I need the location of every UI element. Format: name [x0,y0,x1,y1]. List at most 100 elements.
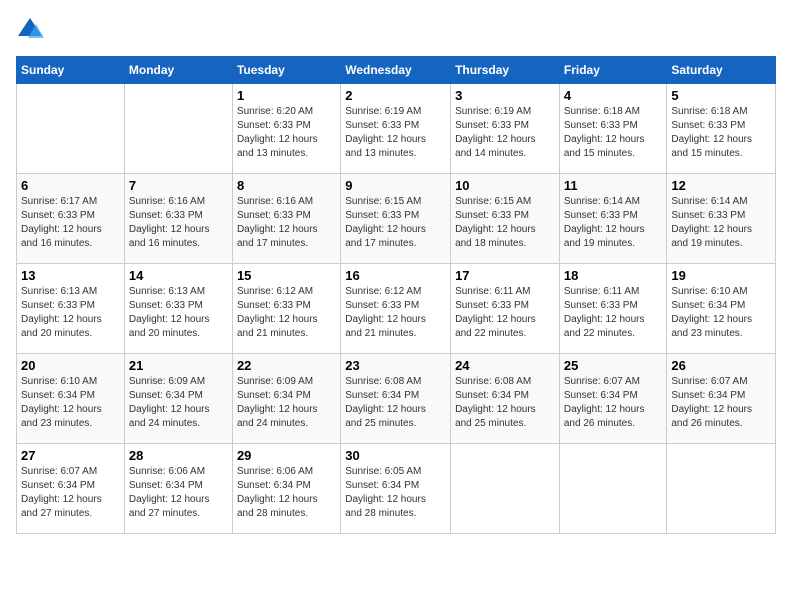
day-info: Sunrise: 6:16 AM Sunset: 6:33 PM Dayligh… [129,195,228,251]
day-info: Sunrise: 6:14 AM Sunset: 6:33 PM Dayligh… [671,195,771,251]
weekday-header-cell: Friday [559,57,667,84]
calendar-cell: 16 Sunrise: 6:12 AM Sunset: 6:33 PM Dayli… [341,264,451,354]
day-number: 9 [345,178,446,193]
weekday-header-cell: Wednesday [341,57,451,84]
day-info: Sunrise: 6:12 AM Sunset: 6:33 PM Dayligh… [237,285,336,341]
day-number: 11 [564,178,663,193]
calendar-cell: 6Sunrise: 6:17 AM Sunset: 6:33 PM Daylig… [17,174,125,264]
day-info: Sunrise: 6:17 AM Sunset: 6:33 PM Dayligh… [21,195,120,251]
calendar-body: 1Sunrise: 6:20 AM Sunset: 6:33 PM Daylig… [17,84,776,534]
day-number: 20 [21,358,120,373]
calendar-cell: 9 Sunrise: 6:15 AM Sunset: 6:33 PM Daylig… [341,174,451,264]
day-number: 15 [237,268,336,283]
weekday-header-cell: Monday [124,57,232,84]
calendar-cell [559,444,667,534]
weekday-header-cell: Saturday [667,57,776,84]
calendar-cell: 4 Sunrise: 6:18 AM Sunset: 6:33 PM Daylig… [559,84,667,174]
calendar-cell: 20 Sunrise: 6:10 AM Sunset: 6:34 PM Dayli… [17,354,125,444]
logo [16,16,46,44]
day-number: 29 [237,448,336,463]
day-info: Sunrise: 6:18 AM Sunset: 6:33 PM Dayligh… [671,105,771,161]
calendar-cell: 13Sunrise: 6:13 AM Sunset: 6:33 PM Dayli… [17,264,125,354]
calendar-cell [17,84,125,174]
day-number: 7 [129,178,228,193]
day-number: 18 [564,268,663,283]
calendar-cell: 30 Sunrise: 6:05 AM Sunset: 6:34 PM Dayli… [341,444,451,534]
calendar-cell: 12 Sunrise: 6:14 AM Sunset: 6:33 PM Dayli… [667,174,776,264]
day-number: 17 [455,268,555,283]
calendar-cell: 25 Sunrise: 6:07 AM Sunset: 6:34 PM Dayli… [559,354,667,444]
day-number: 27 [21,448,120,463]
day-number: 16 [345,268,446,283]
day-number: 23 [345,358,446,373]
weekday-header-cell: Sunday [17,57,125,84]
calendar-cell: 22 Sunrise: 6:09 AM Sunset: 6:34 PM Dayli… [232,354,340,444]
calendar-cell: 15 Sunrise: 6:12 AM Sunset: 6:33 PM Dayli… [232,264,340,354]
day-info: Sunrise: 6:08 AM Sunset: 6:34 PM Dayligh… [455,375,555,431]
calendar-cell: 1Sunrise: 6:20 AM Sunset: 6:33 PM Daylig… [232,84,340,174]
day-number: 10 [455,178,555,193]
calendar-cell [451,444,560,534]
calendar-week-row: 6Sunrise: 6:17 AM Sunset: 6:33 PM Daylig… [17,174,776,264]
day-number: 25 [564,358,663,373]
weekday-header-cell: Tuesday [232,57,340,84]
day-info: Sunrise: 6:09 AM Sunset: 6:34 PM Dayligh… [129,375,228,431]
day-info: Sunrise: 6:18 AM Sunset: 6:33 PM Dayligh… [564,105,663,161]
calendar-cell: 24 Sunrise: 6:08 AM Sunset: 6:34 PM Dayli… [451,354,560,444]
calendar-cell: 29 Sunrise: 6:06 AM Sunset: 6:34 PM Dayli… [232,444,340,534]
calendar-cell: 5 Sunrise: 6:18 AM Sunset: 6:33 PM Daylig… [667,84,776,174]
day-number: 22 [237,358,336,373]
day-info: Sunrise: 6:07 AM Sunset: 6:34 PM Dayligh… [564,375,663,431]
day-info: Sunrise: 6:10 AM Sunset: 6:34 PM Dayligh… [671,285,771,341]
weekday-header-cell: Thursday [451,57,560,84]
day-number: 2 [345,88,446,103]
day-info: Sunrise: 6:07 AM Sunset: 6:34 PM Dayligh… [671,375,771,431]
day-number: 26 [671,358,771,373]
calendar-week-row: 27 Sunrise: 6:07 AM Sunset: 6:34 PM Dayli… [17,444,776,534]
day-info: Sunrise: 6:09 AM Sunset: 6:34 PM Dayligh… [237,375,336,431]
day-number: 13 [21,268,120,283]
calendar-cell [124,84,232,174]
day-info: Sunrise: 6:07 AM Sunset: 6:34 PM Dayligh… [21,465,120,521]
calendar-cell: 23Sunrise: 6:08 AM Sunset: 6:34 PM Dayli… [341,354,451,444]
calendar-cell: 21 Sunrise: 6:09 AM Sunset: 6:34 PM Dayli… [124,354,232,444]
day-number: 21 [129,358,228,373]
day-number: 19 [671,268,771,283]
day-info: Sunrise: 6:15 AM Sunset: 6:33 PM Dayligh… [345,195,446,251]
day-info: Sunrise: 6:06 AM Sunset: 6:34 PM Dayligh… [129,465,228,521]
day-info: Sunrise: 6:05 AM Sunset: 6:34 PM Dayligh… [345,465,446,521]
day-info: Sunrise: 6:12 AM Sunset: 6:33 PM Dayligh… [345,285,446,341]
calendar-cell: 18Sunrise: 6:11 AM Sunset: 6:33 PM Dayli… [559,264,667,354]
day-number: 24 [455,358,555,373]
calendar-cell: 3Sunrise: 6:19 AM Sunset: 6:33 PM Daylig… [451,84,560,174]
weekday-header-row: SundayMondayTuesdayWednesdayThursdayFrid… [17,57,776,84]
day-number: 4 [564,88,663,103]
calendar-cell [667,444,776,534]
calendar-cell: 10 Sunrise: 6:15 AM Sunset: 6:33 PM Dayli… [451,174,560,264]
day-number: 8 [237,178,336,193]
calendar-cell: 7 Sunrise: 6:16 AM Sunset: 6:33 PM Daylig… [124,174,232,264]
day-info: Sunrise: 6:16 AM Sunset: 6:33 PM Dayligh… [237,195,336,251]
day-info: Sunrise: 6:14 AM Sunset: 6:33 PM Dayligh… [564,195,663,251]
day-info: Sunrise: 6:13 AM Sunset: 6:33 PM Dayligh… [129,285,228,341]
page-header [16,16,776,44]
day-number: 5 [671,88,771,103]
day-info: Sunrise: 6:20 AM Sunset: 6:33 PM Dayligh… [237,105,336,161]
calendar-cell: 14Sunrise: 6:13 AM Sunset: 6:33 PM Dayli… [124,264,232,354]
calendar-week-row: 20 Sunrise: 6:10 AM Sunset: 6:34 PM Dayli… [17,354,776,444]
day-info: Sunrise: 6:19 AM Sunset: 6:33 PM Dayligh… [455,105,555,161]
calendar-cell: 19 Sunrise: 6:10 AM Sunset: 6:34 PM Dayli… [667,264,776,354]
calendar-cell: 28Sunrise: 6:06 AM Sunset: 6:34 PM Dayli… [124,444,232,534]
day-number: 30 [345,448,446,463]
day-info: Sunrise: 6:10 AM Sunset: 6:34 PM Dayligh… [21,375,120,431]
day-number: 12 [671,178,771,193]
calendar-week-row: 1Sunrise: 6:20 AM Sunset: 6:33 PM Daylig… [17,84,776,174]
calendar-cell: 11 Sunrise: 6:14 AM Sunset: 6:33 PM Dayli… [559,174,667,264]
day-info: Sunrise: 6:06 AM Sunset: 6:34 PM Dayligh… [237,465,336,521]
calendar-cell: 17Sunrise: 6:11 AM Sunset: 6:33 PM Dayli… [451,264,560,354]
calendar-cell: 8 Sunrise: 6:16 AM Sunset: 6:33 PM Daylig… [232,174,340,264]
calendar-week-row: 13 Sunrise: 6:13 AM Sunset: 6:33 PM Dayli… [17,264,776,354]
calendar-cell: 27 Sunrise: 6:07 AM Sunset: 6:34 PM Dayli… [17,444,125,534]
day-info: Sunrise: 6:15 AM Sunset: 6:33 PM Dayligh… [455,195,555,251]
logo-icon [16,16,44,44]
